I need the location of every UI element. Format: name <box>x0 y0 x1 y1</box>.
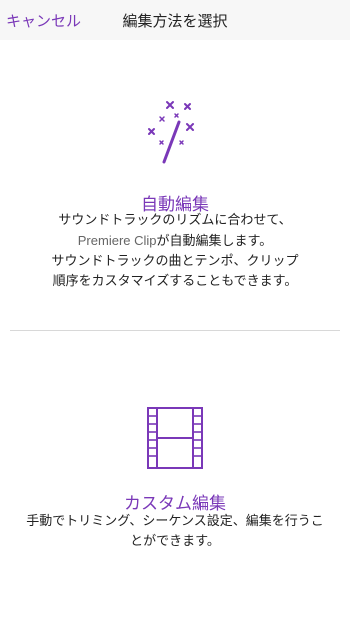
custom-edit-desc-line-2: とができます。 <box>130 534 220 549</box>
auto-edit-desc-line-1: サウンドトラックのリズムに合わせて、 <box>58 213 292 228</box>
edit-method-screen: キャンセル 編集方法を選択 自動編集 サウンドトラックのリズムに合わせて、 Pr… <box>0 0 350 623</box>
auto-edit-description: サウンドトラックのリズムに合わせて、 Premiere Clipが自動編集します… <box>0 211 350 292</box>
auto-edit-desc-line-2-rest: が自動編集します。 <box>156 234 273 249</box>
app-name: Premiere Clip <box>77 233 157 248</box>
divider <box>10 330 340 331</box>
auto-edit-option[interactable]: 自動編集 サウンドトラックのリズムに合わせて、 Premiere Clipが自動… <box>0 40 350 330</box>
page-title: 編集方法を選択 <box>122 12 228 30</box>
custom-edit-description: 手動でトリミング、シーケンス設定、編集を行うこ とができます。 <box>0 512 350 552</box>
film-strip-icon <box>147 407 203 469</box>
auto-edit-desc-line-2: Premiere Clipが自動編集します。 <box>0 231 350 252</box>
magic-wand-icon <box>148 101 194 164</box>
custom-edit-option[interactable]: カスタム編集 手動でトリミング、シーケンス設定、編集を行うこ とができます。 <box>0 332 350 623</box>
auto-edit-desc-line-4: 順序をカスタマイズすることもできます。 <box>52 274 298 289</box>
custom-edit-title: カスタム編集 <box>124 494 226 514</box>
navigation-bar: キャンセル 編集方法を選択 <box>0 0 350 40</box>
custom-edit-desc-line-1: 手動でトリミング、シーケンス設定、編集を行うこ <box>26 514 324 529</box>
auto-edit-desc-line-3: サウンドトラックの曲とテンポ、クリップ <box>51 254 299 269</box>
